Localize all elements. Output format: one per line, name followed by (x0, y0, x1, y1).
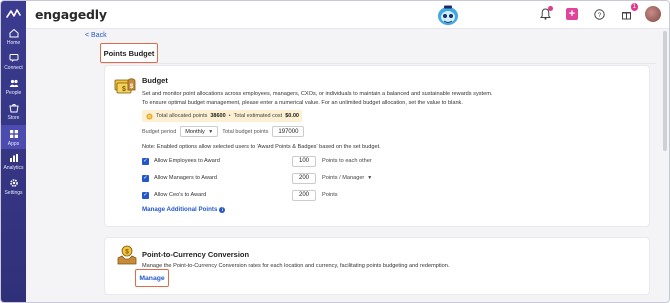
total-budget-value: 197000 (278, 128, 299, 135)
help-icon[interactable]: ? (591, 6, 607, 22)
budget-period-label: Budget period (142, 128, 177, 135)
total-budget-input[interactable]: 197000 (272, 126, 305, 137)
award-points-input[interactable]: 100 (292, 155, 316, 167)
checkbox-ceos[interactable]: ✓ (142, 191, 149, 199)
sidebar-item-people[interactable]: People (1, 78, 26, 96)
mascot-icon[interactable] (435, 4, 461, 27)
sidebar-item-analytics[interactable]: Analytics (1, 153, 26, 171)
scrollbar[interactable] (663, 31, 667, 151)
sidebar-item-apps[interactable]: Apps (1, 125, 26, 149)
manage-additional-label: Manage Additional Points (142, 206, 218, 213)
svg-text:$: $ (122, 86, 126, 93)
award-row-employees: ✓ Allow Employees to Award 100 Points to… (142, 155, 372, 167)
budget-note: Note: Enabled options allow selected use… (142, 144, 381, 150)
conversion-card: $ Point-to-Currency Conversion Manage th… (104, 237, 650, 295)
logo-text: engagedly (35, 7, 107, 22)
award-label: Allow Ceo's to Award (154, 192, 207, 198)
gift-icon[interactable]: 1 (618, 3, 638, 22)
award-row-managers: ✓ Allow Managers to Award 200 Points / M… (142, 172, 372, 184)
sidebar-item-label: Analytics (3, 165, 24, 171)
budget-period-select[interactable]: Monthly ▼ (180, 126, 219, 137)
engagedly-logo-icon[interactable] (6, 7, 21, 22)
award-points-value: 200 (298, 175, 309, 181)
estimated-value: $0.00 (285, 113, 299, 119)
user-avatar[interactable] (645, 6, 661, 22)
conversion-title: Point-to-Currency Conversion (142, 250, 250, 259)
allocation-summary: Total allocated points 38600 • Total est… (142, 110, 302, 122)
manage-label: Manage (139, 274, 165, 282)
people-icon (9, 79, 18, 87)
store-icon (8, 104, 19, 113)
award-unit-dropdown[interactable]: Points / Manager ▼ (322, 175, 372, 181)
caret-down-icon: ▼ (208, 128, 214, 135)
bell-icon[interactable] (537, 6, 553, 22)
home-icon (9, 28, 18, 38)
notification-badge: 1 (630, 3, 638, 11)
app-logo[interactable]: engagedly (35, 7, 107, 22)
checkbox-employees[interactable]: ✓ (142, 157, 149, 165)
svg-text:?: ? (597, 11, 601, 18)
manage-button[interactable]: Manage (135, 269, 169, 287)
award-unit-text: Points / Manager (322, 175, 365, 181)
back-link[interactable]: < Back (85, 32, 107, 39)
conversion-description: Manage the Point-to-Currency Conversion … (142, 263, 450, 269)
sidebar-item-home[interactable]: Home (1, 28, 26, 46)
sidebar-item-label: Settings (4, 190, 23, 196)
budget-description-line2: To ensure optimal budget management, ple… (142, 99, 463, 106)
sidebar-item-label: Apps (7, 141, 20, 147)
award-points-input[interactable]: 200 (292, 189, 316, 201)
manage-additional-points-link[interactable]: Manage Additional Points i (142, 206, 226, 213)
sidebar-item-settings[interactable]: Settings (1, 178, 26, 196)
award-unit-text: Points to each other (322, 158, 372, 164)
money-bag-icon: $ $ (114, 78, 136, 94)
analytics-icon (9, 154, 18, 162)
sidebar-item-label: Store (7, 115, 20, 121)
award-row-ceos: ✓ Allow Ceo's to Award 200 Points (142, 189, 338, 201)
page-title: Points Budget (100, 43, 158, 63)
allocated-label: Total allocated points (156, 113, 208, 119)
sidebar-item-label: Connect (4, 65, 23, 71)
award-label: Allow Managers to Award (154, 175, 218, 181)
sidebar-item-label: People (5, 90, 22, 96)
budget-title: Budget (142, 76, 168, 85)
budget-card: $ $ Budget Set and monitor point allocat… (104, 65, 650, 227)
sidebar-item-store[interactable]: Store (1, 103, 26, 121)
caret-down-icon: ▼ (367, 175, 373, 181)
award-unit: Points to each other (322, 158, 372, 164)
back-label: Back (91, 32, 107, 39)
page-title-text: Points Budget (103, 48, 155, 58)
chat-icon (9, 54, 18, 62)
top-icons: + ? 1 (537, 3, 661, 22)
separator: • (228, 113, 231, 119)
plus-icon: + (566, 8, 578, 20)
award-points-value: 200 (298, 192, 309, 198)
allocated-value: 38600 (210, 113, 226, 119)
sidebar: Home Connect People Store Apps Analytics… (1, 1, 26, 302)
info-icon[interactable]: i (219, 206, 226, 213)
currency-exchange-icon: $ (117, 245, 137, 265)
total-budget-label: Total budget points (222, 128, 269, 135)
apps-grid-icon (9, 130, 18, 138)
svg-text:$: $ (125, 249, 129, 256)
budget-description-line1: Set and monitor point allocations across… (142, 91, 493, 97)
award-label: Allow Employees to Award (154, 158, 220, 164)
add-button[interactable]: + (564, 6, 580, 22)
award-unit: Points (322, 192, 338, 198)
top-bar: engagedly + ? 1 (1, 1, 669, 29)
app-window: engagedly + ? 1 Home Connect People Stor… (0, 0, 670, 303)
gear-icon (9, 179, 18, 187)
award-points-value: 100 (298, 158, 309, 164)
checkbox-managers[interactable]: ✓ (142, 174, 149, 182)
budget-period-row: Budget period Monthly ▼ Total budget poi… (142, 126, 305, 137)
estimated-label: Total estimated cost (233, 113, 283, 119)
award-points-input[interactable]: 200 (292, 172, 316, 184)
divider (101, 63, 656, 64)
notification-dot (548, 6, 553, 11)
budget-period-value: Monthly (185, 128, 205, 135)
sidebar-item-label: Home (6, 40, 21, 46)
coins-icon (146, 113, 153, 119)
sidebar-item-connect[interactable]: Connect (1, 53, 26, 71)
budget-description: Set and monitor point allocations across… (142, 90, 622, 107)
award-unit-text: Points (322, 192, 338, 198)
